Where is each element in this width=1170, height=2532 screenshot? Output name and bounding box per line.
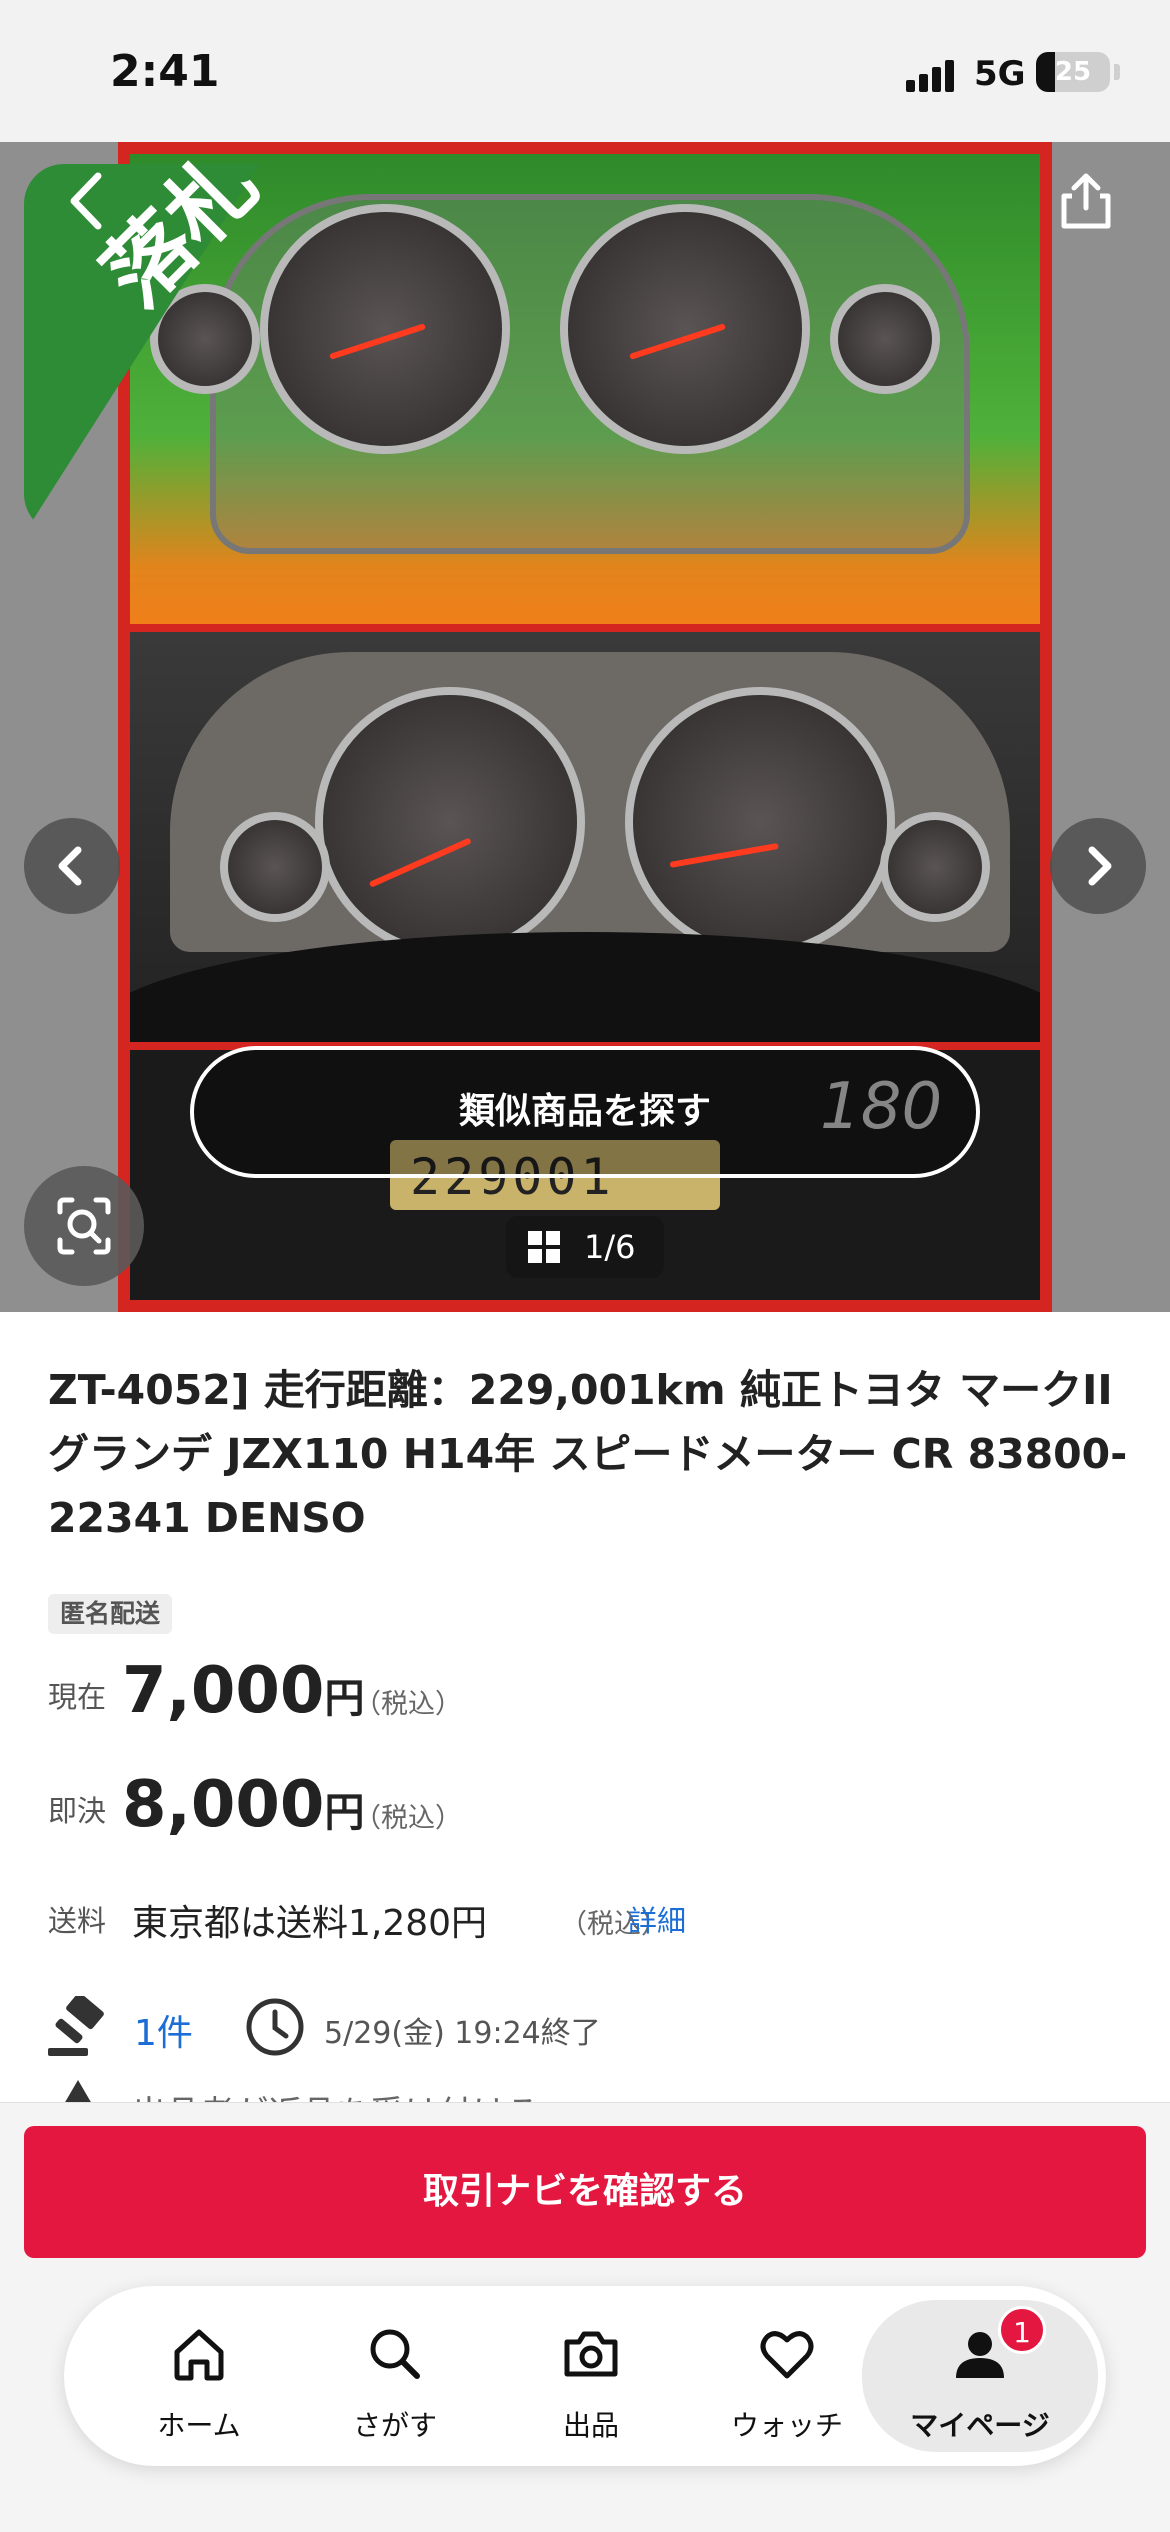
- status-bar: 2:41 5G 25: [0, 0, 1170, 142]
- shipping-row: 送料 東京都は送料1,280円 （税込） 詳細: [48, 1890, 1128, 1944]
- chevron-left-icon: [58, 846, 82, 886]
- next-image-button[interactable]: [1050, 818, 1146, 914]
- battery-level: 25: [1054, 57, 1092, 87]
- tab-sell-label: 出品: [562, 2409, 619, 2442]
- tab-search-label: さがす: [352, 2409, 437, 2442]
- chevron-right-icon: [1088, 846, 1112, 886]
- share-icon: [1061, 173, 1111, 229]
- buyout-price-label: 即決: [48, 1794, 107, 1828]
- clock-icon: [246, 1998, 304, 2056]
- buyout-price-row: 即決 8,000円 （税込）: [48, 1768, 648, 1848]
- fuel-gauge-lit: [220, 812, 330, 922]
- current-price-label: 現在: [48, 1680, 107, 1714]
- network-type: 5G: [974, 54, 1026, 94]
- status-time: 2:41: [110, 46, 220, 97]
- home-icon: [174, 2329, 224, 2381]
- find-similar-button[interactable]: 類似商品を探す: [190, 1046, 980, 1178]
- speed-gauge-lit: [315, 687, 585, 957]
- heart-icon: [760, 2331, 814, 2379]
- tab-watch[interactable]: ウォッチ: [692, 2286, 882, 2466]
- anonymous-shipping-tag: 匿名配送: [48, 1594, 173, 1634]
- temp-gauge: [830, 284, 940, 394]
- buyout-price-tax: （税込）: [354, 1803, 462, 1834]
- temp-gauge-lit: [880, 812, 990, 922]
- tab-home[interactable]: ホーム: [104, 2286, 294, 2466]
- warning-icon: [64, 2080, 92, 2104]
- gavel-icon: [48, 1996, 104, 2056]
- image-search-button[interactable]: [24, 1166, 144, 1286]
- tab-sell[interactable]: 出品: [496, 2286, 686, 2466]
- search-icon: [370, 2329, 420, 2379]
- photo-panel-cluster-lit: [130, 632, 1040, 1042]
- notification-badge: 1: [998, 2306, 1046, 2354]
- share-button[interactable]: [1054, 168, 1118, 232]
- image-counter[interactable]: 1/6: [506, 1216, 664, 1278]
- tach-gauge-lit: [625, 687, 895, 957]
- previous-image-button[interactable]: [24, 818, 120, 914]
- tab-bar: ホーム さがす 出品 ウォッチ マイページ 1: [64, 2286, 1106, 2466]
- camera-icon: [564, 2331, 618, 2377]
- current-price-amount: 7,000: [122, 1654, 325, 1728]
- tach-gauge: [560, 204, 810, 454]
- trade-navi-button[interactable]: 取引ナビを確認する: [24, 2126, 1146, 2258]
- return-policy-row: 出品者が返品を受け付ける: [48, 2080, 1128, 2104]
- tab-search[interactable]: さがす: [300, 2286, 490, 2466]
- chevron-left-icon: [70, 172, 102, 230]
- buyout-price: 8,000円: [122, 1768, 364, 1842]
- shipping-detail-link[interactable]: 詳細: [628, 1898, 686, 1940]
- end-time: 5/29(金) 19:24終了: [324, 2016, 601, 2051]
- bid-count-link[interactable]: 1件: [134, 2004, 193, 2056]
- shipping-value: 東京都は送料1,280円: [132, 1903, 488, 1944]
- current-price-row: 現在 7,000円 （税込）: [48, 1654, 648, 1734]
- current-price: 7,000円: [122, 1654, 364, 1728]
- speed-gauge: [260, 204, 510, 454]
- bid-info-row: 1件 5/29(金) 19:24終了: [48, 1990, 1128, 2060]
- shipping-label: 送料: [48, 1904, 107, 1938]
- tab-mypage-label: マイページ: [910, 2409, 1050, 2442]
- battery-icon: 25: [1036, 52, 1110, 92]
- buyout-price-amount: 8,000: [122, 1768, 325, 1842]
- battery-tip: [1114, 64, 1120, 80]
- tab-home-label: ホーム: [157, 2409, 241, 2442]
- item-title: ZT-4052] 走行距離：229,001km 純正トヨタ マークII グランデ…: [48, 1366, 1128, 1542]
- tab-mypage[interactable]: マイページ 1: [862, 2300, 1098, 2452]
- photo-panel-cluster-front: [130, 154, 1040, 624]
- signal-icon: [906, 58, 956, 92]
- tab-watch-label: ウォッチ: [730, 2409, 843, 2442]
- grid-icon: [528, 1231, 560, 1263]
- lens-search-icon: [57, 1197, 111, 1255]
- image-counter-text: 1/6: [584, 1228, 636, 1266]
- current-price-tax: （税込）: [354, 1689, 462, 1720]
- back-button[interactable]: [58, 166, 114, 236]
